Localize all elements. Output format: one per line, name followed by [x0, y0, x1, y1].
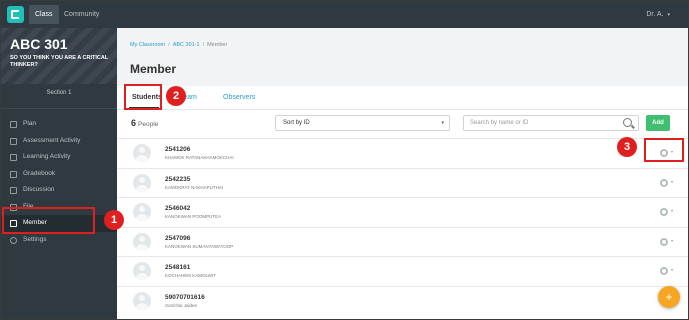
settings-icon [10, 236, 17, 244]
app-window: Class Community Dr. A. ▾ ABC 301 SO YOU T… [0, 0, 689, 320]
annotation-badge-2: 2 [166, 86, 186, 106]
annotation-badge-1: 1 [104, 210, 124, 230]
breadcrumb-my-classroom[interactable]: My Classroom [130, 42, 165, 48]
chevron-down-icon: ▾ [441, 120, 444, 126]
add-fab-button[interactable]: + [658, 286, 680, 308]
gear-icon[interactable] [660, 237, 668, 246]
page-title: Member [130, 62, 177, 76]
course-subtitle: SO YOU THINK YOU ARE A CRITICAL THINKER? [10, 55, 109, 68]
avatar [133, 203, 151, 221]
highlight-settings-gear [644, 138, 684, 162]
avatar [133, 232, 151, 251]
discussion-icon [10, 187, 17, 194]
member-row[interactable]: 2548161 KOCHAHEM KAMOLWIT ▾ [117, 256, 688, 286]
user-menu[interactable]: Dr. A. ▾ [646, 5, 670, 25]
search-icon[interactable] [623, 118, 632, 127]
learning-icon [10, 154, 17, 161]
people-count: 6 People [131, 118, 158, 128]
breadcrumb: My Classroom / ABC 301-1/Member [130, 42, 227, 48]
member-row[interactable]: 2542235 KAMOKRAT NAKHAPUTHAI ▾ [117, 167, 688, 198]
member-row[interactable]: 59070701616 Somchai Jaidee [117, 285, 688, 316]
gradebook-icon [10, 170, 17, 178]
avatar [133, 262, 151, 280]
top-bar: Class Community Dr. A. ▾ [1, 1, 688, 28]
sidebar: ABC 301 SO YOU THINK YOU ARE A CRITICAL … [1, 28, 117, 319]
search-placeholder: Search by name or ID [470, 120, 529, 126]
member-name: Somchai Jaidee [165, 302, 198, 308]
member-id: 2541206 [165, 146, 191, 153]
member-row[interactable]: 2546042 KANOKWAN POOMPUTEA ▾ [117, 197, 688, 227]
sidebar-item-learning-activity[interactable]: Learning Activity [1, 149, 117, 166]
member-id: 2542235 [165, 175, 191, 183]
course-banner: ABC 301 SO YOU THINK YOU ARE A CRITICAL … [1, 28, 117, 84]
chevron-down-icon[interactable]: ▾ [671, 238, 673, 243]
tab-observers[interactable]: Observers [223, 94, 255, 101]
sidebar-item-label: Gradebook [23, 169, 56, 177]
member-name: KOCHAHEM KAMOLWIT [165, 273, 216, 278]
sort-select[interactable]: Sort by ID ▾ [275, 115, 450, 131]
app-logo-icon[interactable] [7, 6, 24, 23]
member-id: 2547096 [165, 234, 191, 242]
nav-community[interactable]: Community [64, 5, 99, 24]
people-count-value: 6 [131, 118, 137, 128]
search-input[interactable]: Search by name or ID [463, 115, 639, 131]
sidebar-item-plan[interactable]: Plan [1, 116, 117, 133]
gear-icon[interactable] [660, 208, 668, 216]
add-button[interactable]: Add [646, 115, 670, 131]
sidebar-item-label: Plan [23, 120, 37, 127]
sidebar-item-label: Discussion [23, 186, 55, 193]
member-id: 2548161 [165, 264, 191, 271]
gear-icon[interactable] [660, 267, 668, 275]
member-row[interactable]: 2541206 KHAMOK RATANAKHAMOKCHAI ▾ [117, 138, 688, 168]
avatar [133, 144, 151, 162]
member-name: KANOKWAN SUMANTAWATOOP [165, 243, 234, 249]
chevron-down-icon[interactable]: ▾ [671, 267, 673, 272]
member-id: 2546042 [165, 205, 191, 212]
gear-icon[interactable] [660, 178, 668, 187]
sort-select-value: Sort by ID [283, 120, 310, 126]
member-name: KAMOKRAT NAKHAPUTHAI [165, 184, 224, 190]
breadcrumb-separator: / [202, 42, 205, 48]
people-count-label: People [138, 121, 159, 128]
sidebar-item-label: Learning Activity [23, 153, 71, 160]
chevron-down-icon[interactable]: ▾ [671, 208, 673, 213]
annotation-badge-3: 3 [617, 137, 637, 157]
highlight-students-tab [124, 84, 162, 110]
sidebar-item-discussion[interactable]: Discussion [1, 182, 117, 199]
sidebar-item-assessment-activity[interactable]: Assessment Activity [1, 133, 117, 150]
avatar [133, 173, 151, 192]
breadcrumb-current: Member [207, 42, 228, 48]
chevron-down-icon[interactable]: ▾ [671, 179, 673, 184]
avatar [133, 291, 151, 310]
member-name: KHAMOK RATANAKHAMOKCHAI [165, 155, 234, 160]
page-header [117, 28, 688, 86]
member-name: KANOKWAN POOMPUTEA [165, 214, 222, 219]
nav-class[interactable]: Class [29, 5, 59, 24]
user-name: Dr. A. [646, 11, 664, 18]
member-id: 59070701616 [165, 293, 205, 301]
sidebar-item-label: Assessment Activity [23, 136, 81, 144]
breadcrumb-separator: / [168, 42, 170, 48]
member-row[interactable]: 2547096 KANOKWAN SUMANTAWATOOP ▾ [117, 226, 688, 257]
member-tabs: Students g Team Observers [117, 86, 688, 110]
member-list: 2541206 KHAMOK RATANAKHAMOKCHAI ▾ 254223… [117, 138, 688, 316]
breadcrumb-course[interactable]: ABC 301-1 [173, 42, 200, 48]
sidebar-item-label: Settings [23, 235, 47, 243]
sidebar-item-gradebook[interactable]: Gradebook [1, 166, 117, 183]
chevron-down-icon: ▾ [667, 12, 670, 18]
assessment-icon [10, 137, 17, 145]
section-label[interactable]: Section 1 [1, 90, 117, 96]
plan-icon [10, 121, 17, 128]
course-code: ABC 301 [10, 36, 68, 52]
highlight-member-menu [2, 207, 95, 234]
sidebar-divider [1, 108, 117, 109]
